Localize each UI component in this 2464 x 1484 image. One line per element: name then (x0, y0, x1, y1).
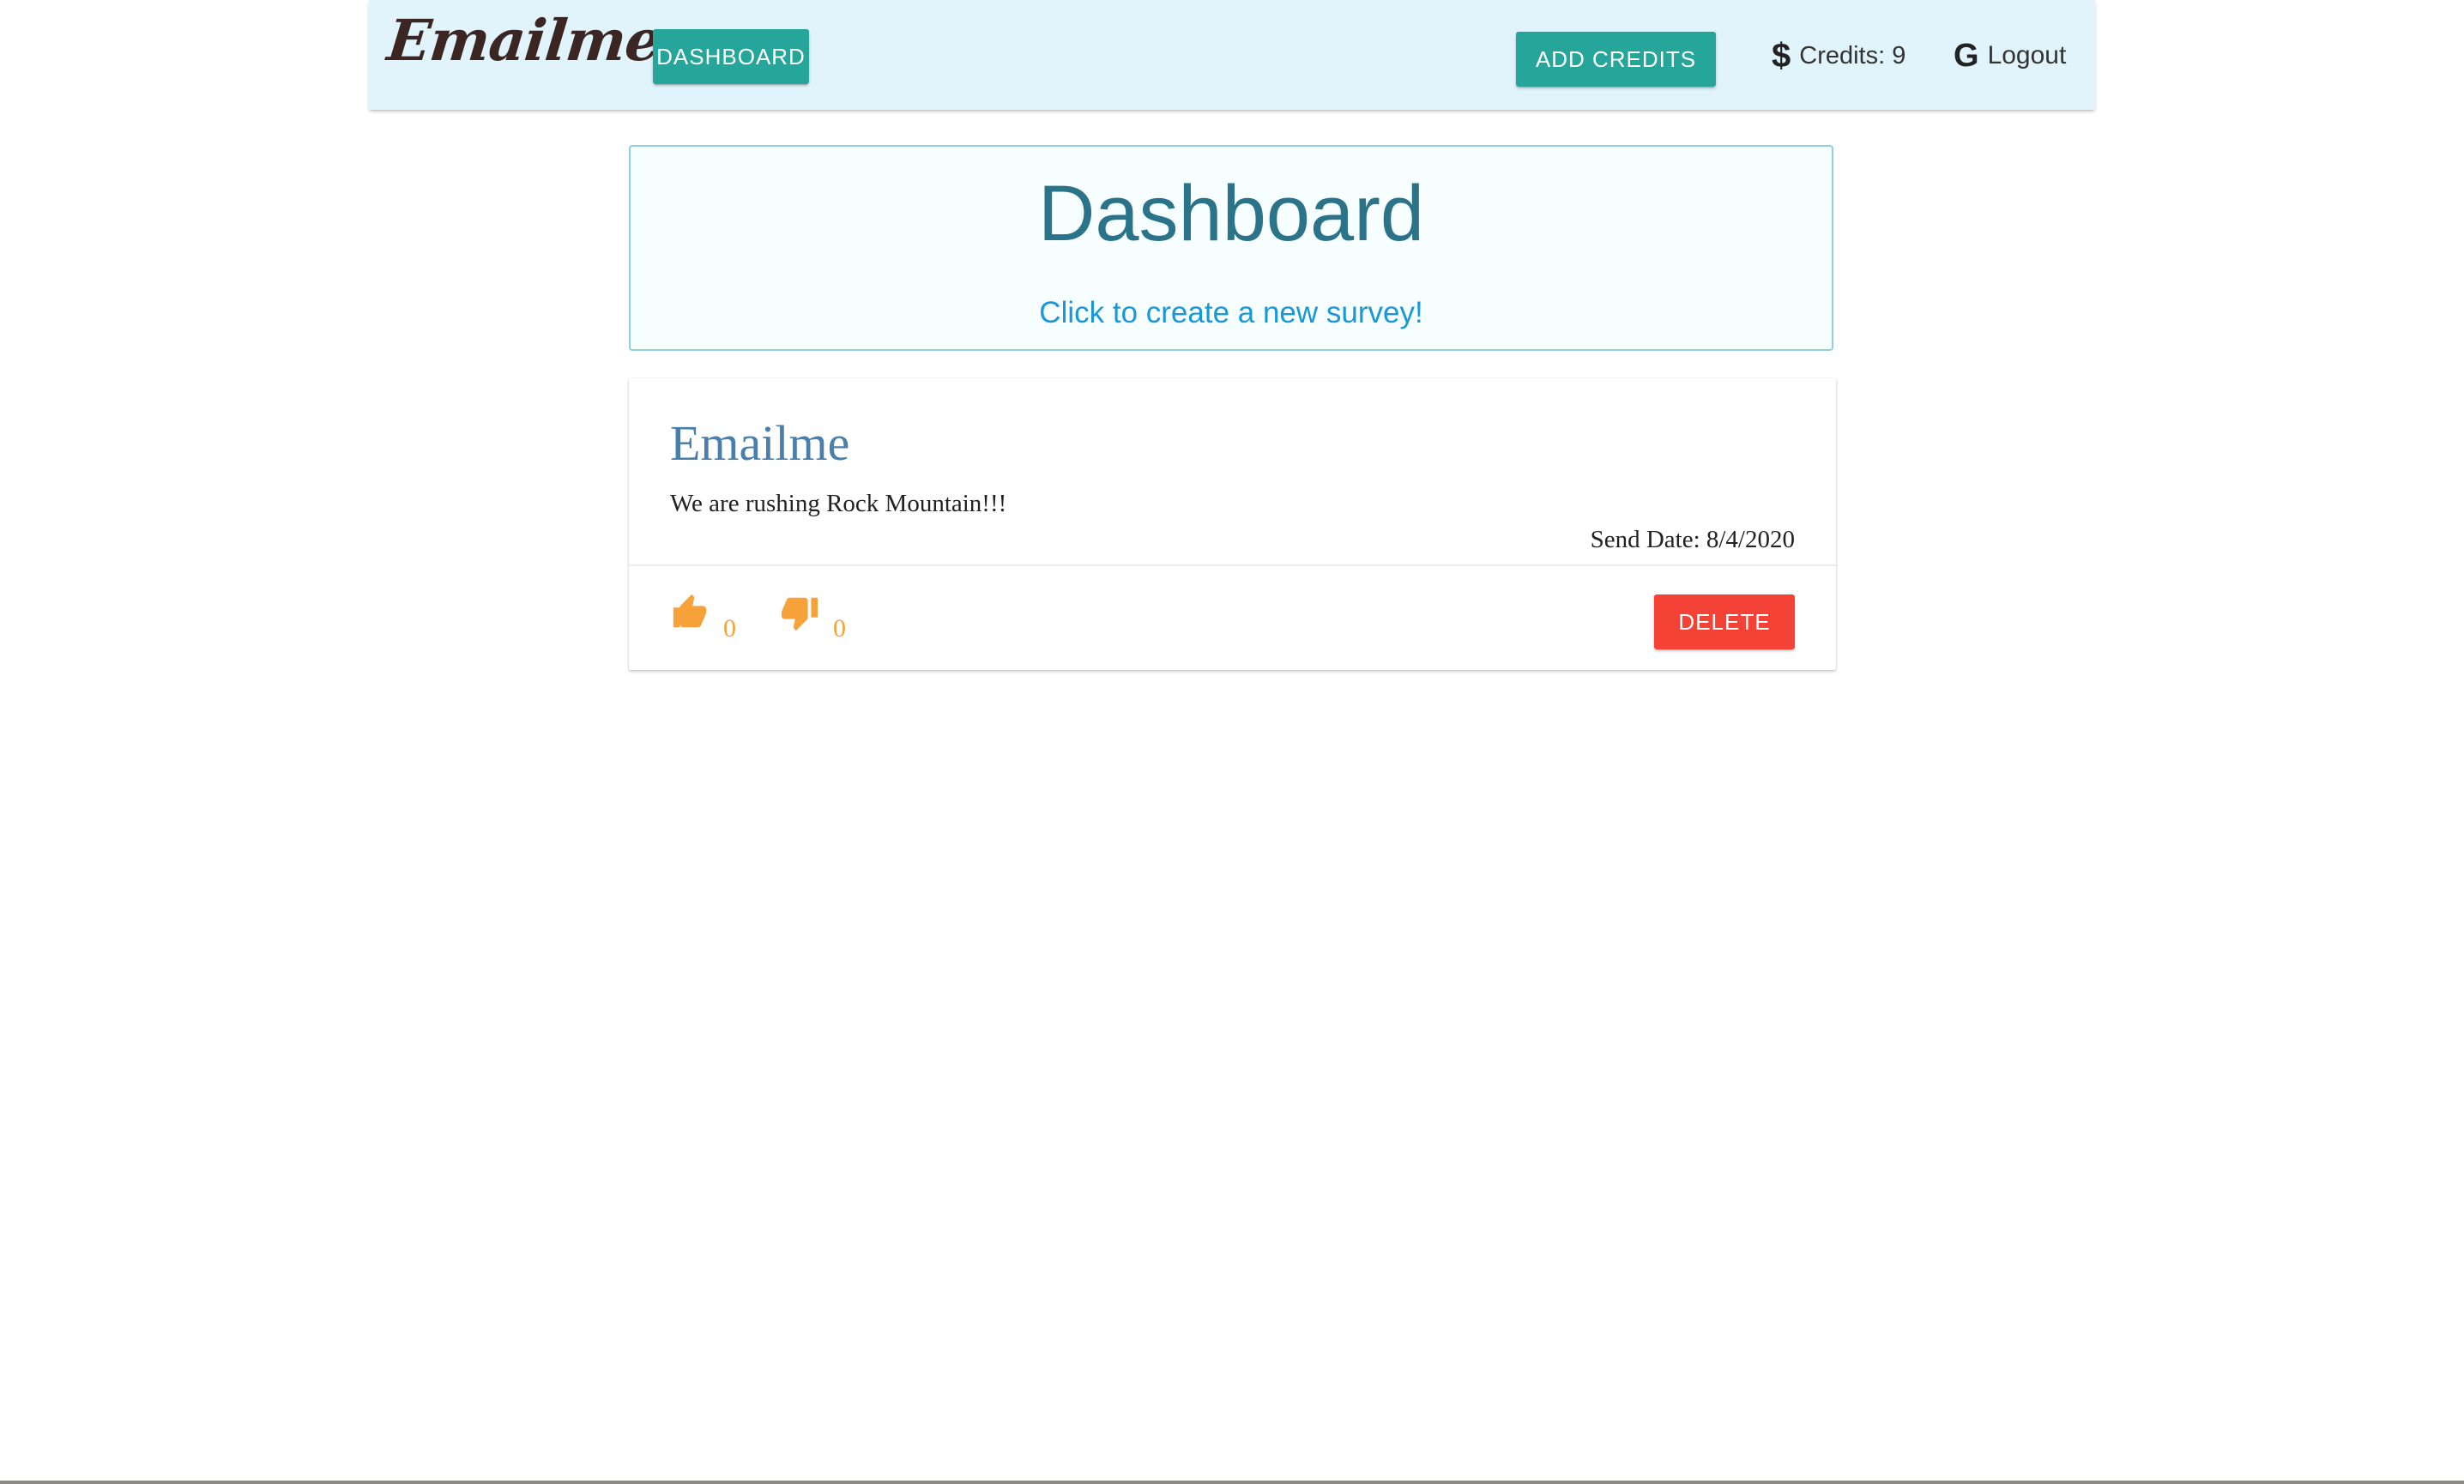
create-survey-link[interactable]: Click to create a new survey! (631, 296, 1832, 330)
dollar-icon: $ (1772, 37, 1791, 75)
survey-send-date: Send Date: 8/4/2020 (1590, 526, 1795, 553)
card-divider (629, 564, 1836, 566)
survey-body: We are rushing Rock Mountain!!! (670, 490, 1007, 517)
yes-votes: 0 (670, 593, 736, 642)
logout-label: Logout (1987, 41, 2067, 69)
brand-logo[interactable]: Emailme (384, 7, 664, 74)
credits-count: Credits: 9 (1799, 41, 1906, 69)
logout-link[interactable]: G Logout (1954, 34, 2066, 77)
add-credits-button[interactable]: ADD CREDITS (1516, 32, 1716, 87)
page-title: Dashboard (1037, 170, 1425, 257)
credits-display: $ Credits: 9 (1772, 34, 1905, 77)
yes-count: 0 (723, 614, 736, 642)
dashboard-button[interactable]: DASHBOARD (653, 29, 809, 84)
no-votes: 0 (780, 593, 846, 642)
no-count: 0 (833, 614, 846, 642)
bottom-edge-strip (0, 1481, 2464, 1484)
google-icon: G (1954, 38, 1979, 74)
delete-survey-button[interactable]: DELETE (1654, 594, 1795, 649)
survey-title: Emailme (670, 415, 850, 471)
top-navbar: Emailme DASHBOARD ADD CREDITS $ Credits:… (369, 0, 2095, 110)
thumbs-up-icon (670, 593, 710, 636)
survey-card: Emailme We are rushing Rock Mountain!!! … (629, 378, 1836, 670)
dashboard-header-panel: Dashboard Click to create a new survey! (629, 145, 1833, 351)
thumbs-down-icon (780, 593, 819, 636)
